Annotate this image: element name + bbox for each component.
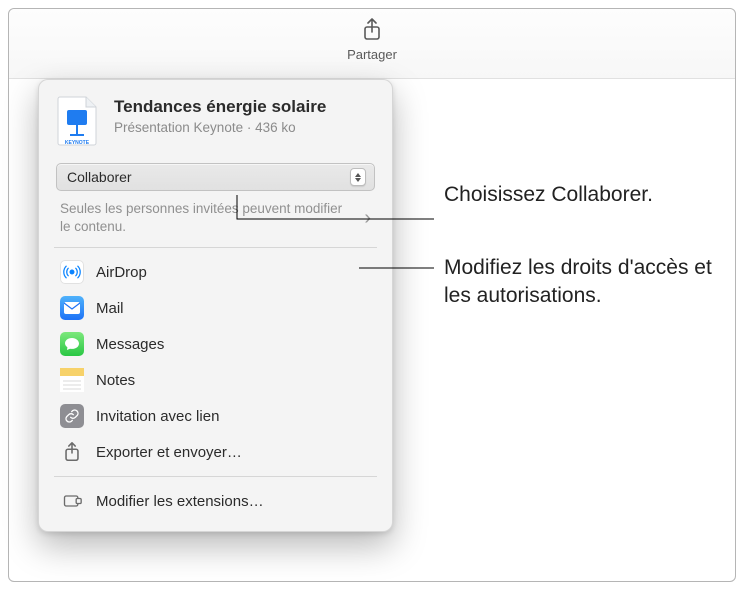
- window-frame: Partager KEYNOTE Tendances énergie solai…: [8, 8, 736, 582]
- callout-edit-permissions: Modifiez les droits d'accès et les autor…: [444, 254, 735, 311]
- callout-choose-collaborate: Choisissez Collaborer.: [444, 181, 653, 209]
